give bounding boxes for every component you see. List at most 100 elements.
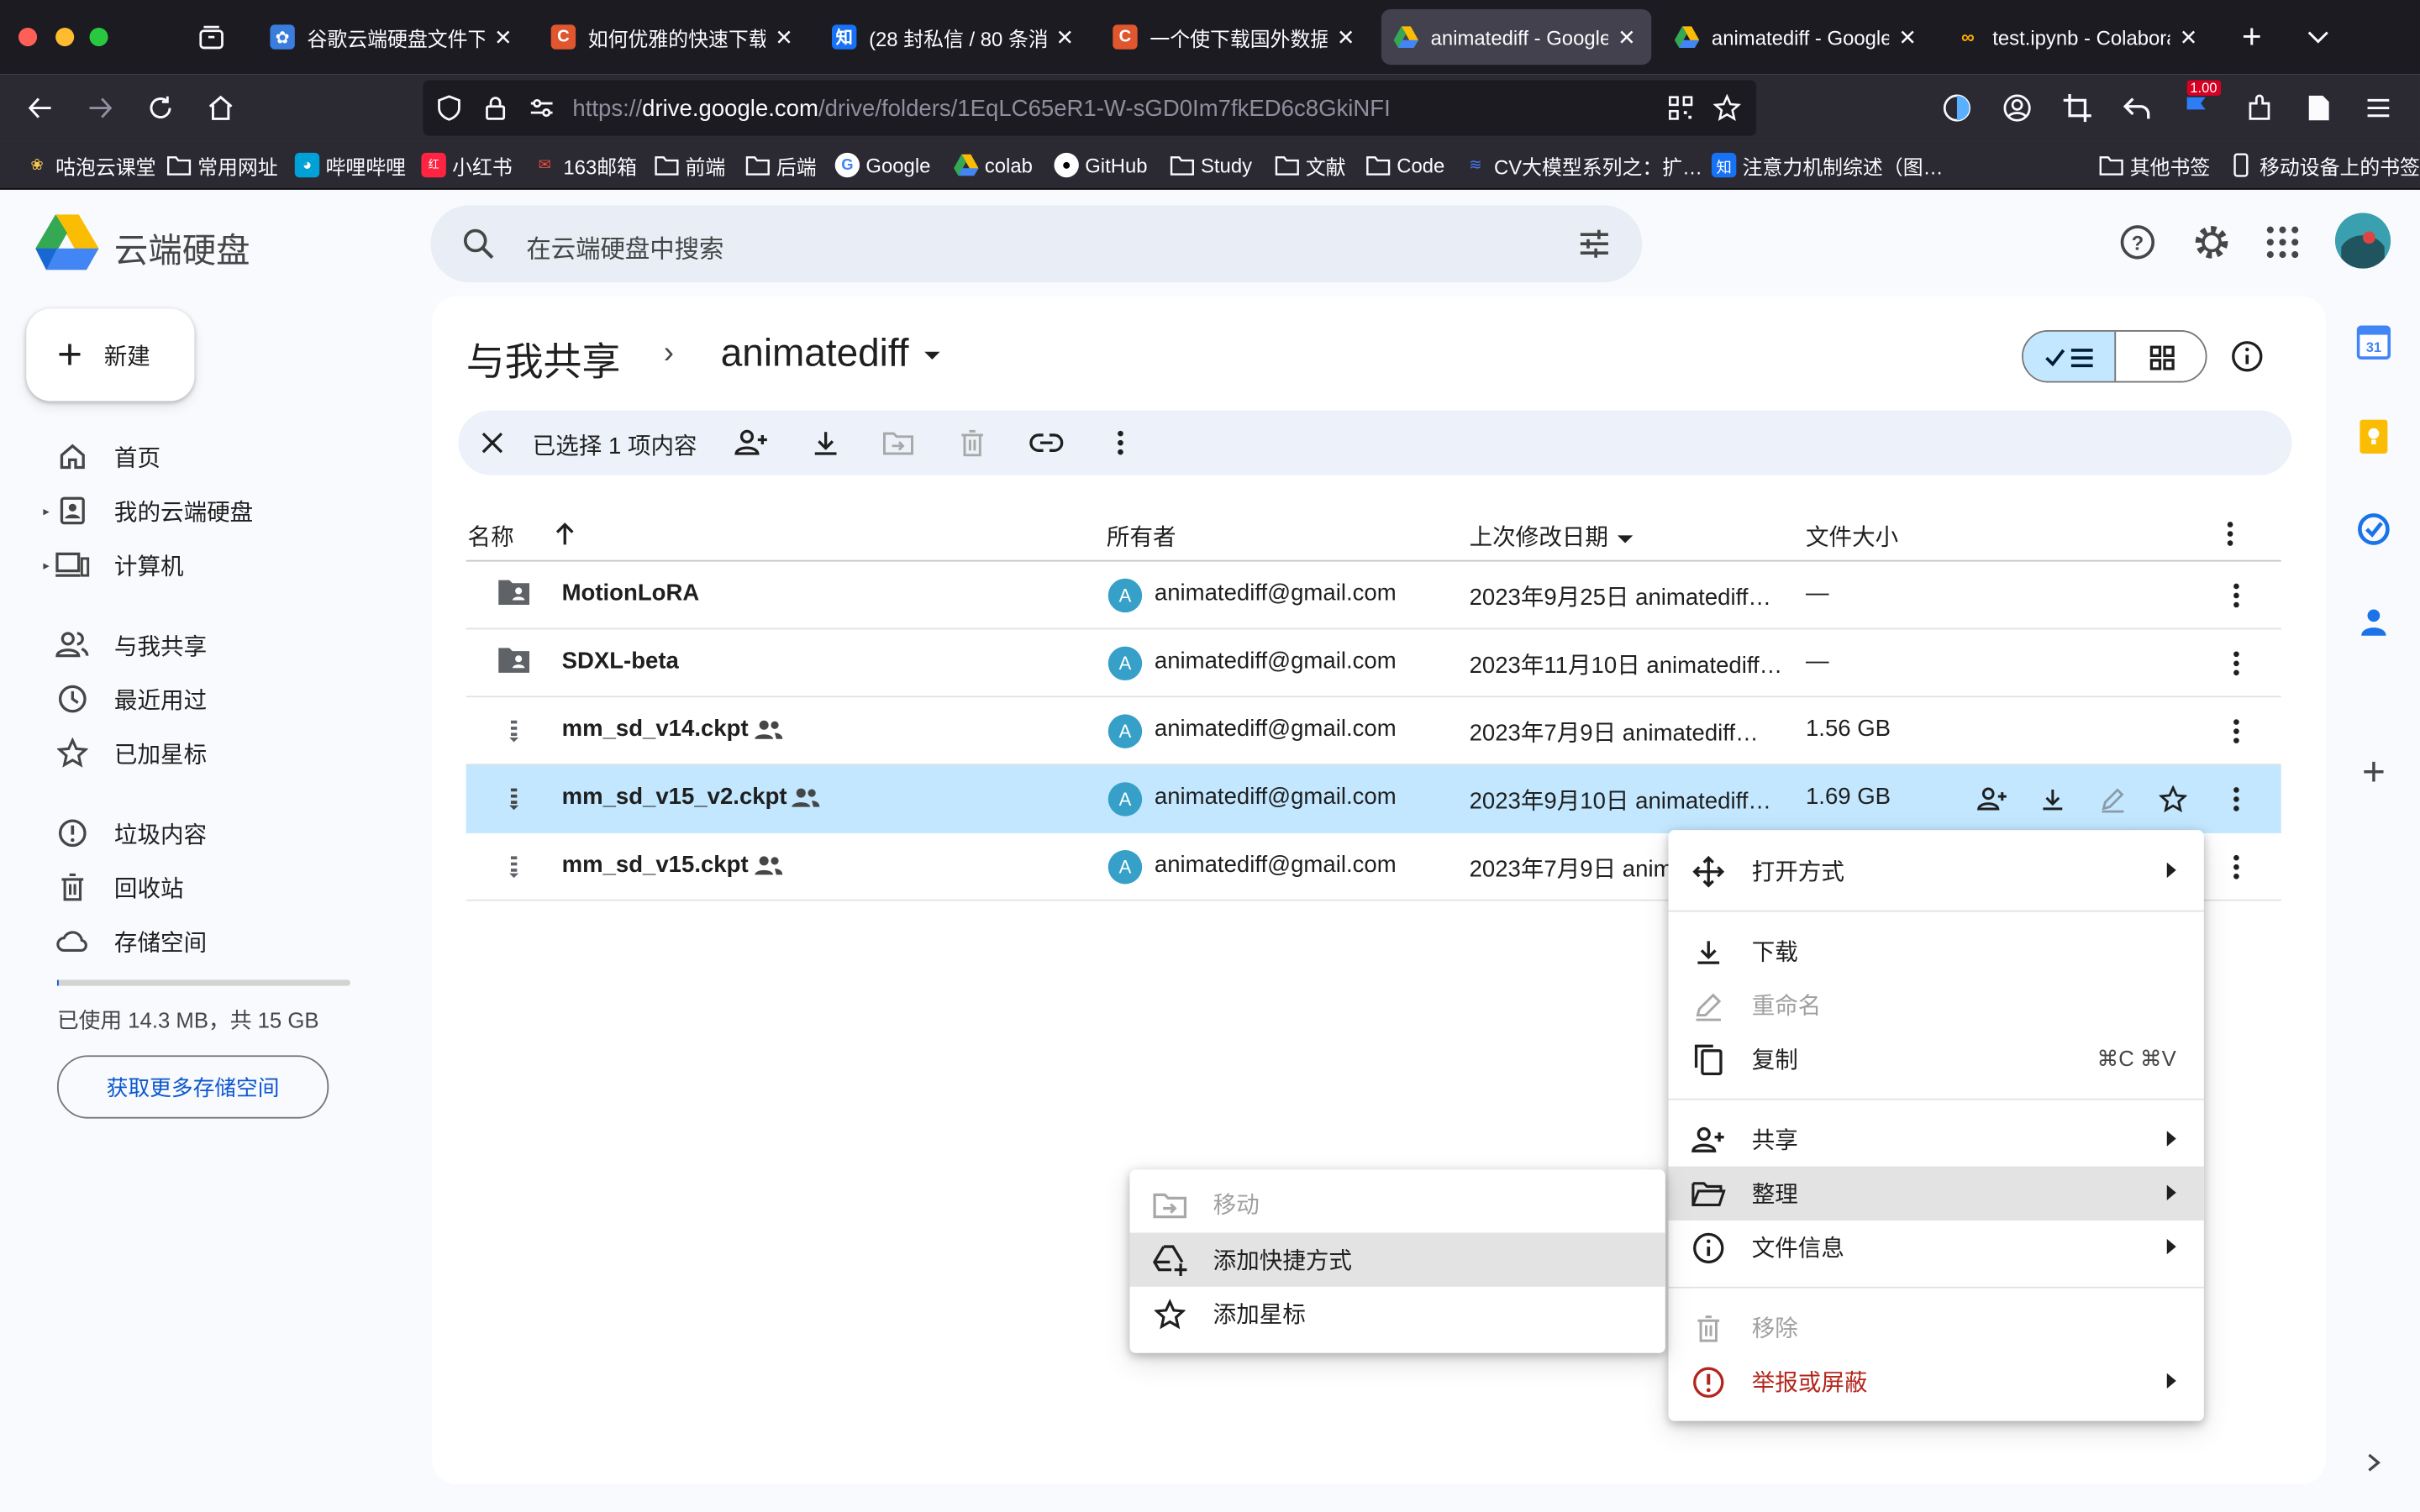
minimize-window-button[interactable] xyxy=(55,28,75,47)
browser-tab[interactable]: C 如何优雅的快速下载谷 ✕ xyxy=(539,9,808,65)
help-icon[interactable]: ? xyxy=(2119,223,2156,260)
nav-trash[interactable]: 回收站 xyxy=(43,863,184,912)
browser-tab[interactable]: C 一个使下载国外数据集 ✕ xyxy=(1101,9,1370,65)
browser-tab[interactable]: 知 (28 封私信 / 80 条消息 ✕ xyxy=(819,9,1089,65)
expand-caret-icon[interactable]: ▸ xyxy=(43,558,49,572)
table-row-selected[interactable]: mm_sd_v15_v2.ckpt A animatediff@gmail.co… xyxy=(466,765,2281,833)
menu-item-download[interactable]: 下载 xyxy=(1669,924,2204,978)
search-icon[interactable] xyxy=(461,227,495,260)
close-tab-icon[interactable]: ✕ xyxy=(1896,24,1920,50)
crop-icon[interactable] xyxy=(2059,90,2096,127)
back-icon[interactable] xyxy=(22,90,59,127)
menu-item-rename-disabled[interactable]: 重命名 xyxy=(1669,978,2204,1032)
browser-tab-active[interactable]: animatediff - Google ✕ xyxy=(1381,9,1652,66)
list-tabs-chevron-icon[interactable] xyxy=(2304,24,2332,51)
row-more-actions-icon[interactable] xyxy=(2219,579,2253,612)
close-tab-icon[interactable]: ✕ xyxy=(1334,24,1358,50)
reader-view-icon[interactable] xyxy=(2300,90,2337,127)
grid-view-button[interactable] xyxy=(2116,332,2206,381)
nav-recent[interactable]: 最近用过 xyxy=(43,675,207,724)
bookmark-star-icon[interactable] xyxy=(1712,94,1741,122)
google-apps-icon[interactable] xyxy=(2264,223,2301,260)
move-folder-icon[interactable] xyxy=(881,426,915,459)
column-options-more-icon[interactable] xyxy=(2226,520,2244,548)
share-add-person-icon[interactable] xyxy=(1975,782,2009,816)
undo-icon[interactable] xyxy=(2119,90,2156,127)
permissions-icon[interactable] xyxy=(528,94,555,122)
details-info-icon[interactable] xyxy=(2230,339,2264,373)
add-addon-plus-icon[interactable]: + xyxy=(2355,748,2392,794)
bookmark-item[interactable]: colab xyxy=(954,151,1033,179)
sort-ascending-arrow-icon[interactable] xyxy=(553,520,577,548)
column-header-owner[interactable]: 所有者 xyxy=(1107,520,1176,553)
column-header-modified[interactable]: 上次修改日期 xyxy=(1470,520,1634,553)
close-tab-icon[interactable]: ✕ xyxy=(2176,24,2201,50)
download-icon[interactable] xyxy=(2036,782,2070,816)
tasks-icon[interactable] xyxy=(2355,511,2392,548)
menu-item-file-info[interactable]: 文件信息 xyxy=(1669,1221,2204,1274)
menu-item-report-or-block[interactable]: 举报或屏蔽 xyxy=(1669,1355,2204,1409)
collapse-panel-chevron-icon[interactable] xyxy=(2355,1444,2392,1481)
bookmark-item[interactable]: G Google xyxy=(834,151,930,179)
browser-tab[interactable]: ∞ test.ipynb - Colabora ✕ xyxy=(1943,9,2212,65)
rename-pencil-icon[interactable] xyxy=(2096,782,2129,816)
menu-item-remove-disabled[interactable]: 移除 xyxy=(1669,1300,2204,1354)
table-row[interactable]: mm_sd_v14.ckpt A animatediff@gmail.com 2… xyxy=(466,697,2281,766)
star-icon[interactable] xyxy=(2156,782,2190,816)
submenu-item-add-star[interactable]: 添加星标 xyxy=(1129,1287,1665,1341)
qr-code-icon[interactable] xyxy=(1667,94,1695,122)
row-more-actions-icon[interactable] xyxy=(2219,714,2253,748)
settings-gear-icon[interactable] xyxy=(2193,223,2230,260)
bookmark-item[interactable]: ● GitHub xyxy=(1054,151,1148,179)
table-row[interactable]: SDXL-beta A animatediff@gmail.com 2023年1… xyxy=(466,629,2281,698)
bookmark-folder[interactable]: 前端 xyxy=(655,151,725,179)
tab-overview-icon[interactable] xyxy=(197,24,225,51)
bookmark-folder[interactable]: 移动设备上的书签 xyxy=(2228,151,2420,179)
nav-storage[interactable]: 存储空间 xyxy=(43,916,207,966)
browser-tab[interactable]: animatediff - Google ✕ xyxy=(1662,9,1932,65)
row-more-actions-icon[interactable] xyxy=(2219,782,2253,816)
menu-item-open-with[interactable]: 打开方式 xyxy=(1669,844,2204,898)
search-bar[interactable]: 在云端硬盘中搜索 xyxy=(430,205,1643,283)
keep-icon[interactable] xyxy=(2355,418,2392,455)
bookmark-folder[interactable]: 其他书签 xyxy=(2099,151,2210,179)
nav-shared-with-me[interactable]: 与我共享 xyxy=(43,620,207,669)
clear-selection-close-icon[interactable] xyxy=(476,426,509,459)
menu-item-copy[interactable]: 复制 ⌘C ⌘V xyxy=(1669,1032,2204,1086)
menu-item-share[interactable]: 共享 xyxy=(1669,1112,2204,1166)
bookmark-folder[interactable]: 常用网址 xyxy=(166,151,278,179)
breadcrumb-root[interactable]: 与我共享 xyxy=(466,332,621,387)
column-header-size[interactable]: 文件大小 xyxy=(1806,520,1898,553)
dark-reader-icon[interactable] xyxy=(1939,90,1975,127)
download-icon[interactable] xyxy=(808,426,842,459)
column-header-name[interactable]: 名称 xyxy=(468,520,514,553)
nav-starred[interactable]: 已加星标 xyxy=(43,728,207,778)
extension-flag-icon[interactable]: 1.00 xyxy=(2179,80,2221,127)
row-more-actions-icon[interactable] xyxy=(2219,647,2253,680)
google-drive-logo-icon[interactable] xyxy=(35,214,99,270)
submenu-item-add-shortcut[interactable]: 添加快捷方式 xyxy=(1129,1232,1665,1287)
tracking-shield-icon[interactable] xyxy=(435,94,463,122)
bookmark-item[interactable]: 红小红书 xyxy=(421,151,513,179)
home-icon[interactable] xyxy=(203,90,239,127)
search-input[interactable]: 在云端硬盘中搜索 xyxy=(526,228,723,265)
nav-home[interactable]: 首页 xyxy=(43,432,160,481)
account-icon[interactable] xyxy=(1999,90,2036,127)
bookmark-item[interactable]: ◕ 哔哩哔哩 xyxy=(294,151,406,179)
browser-tab[interactable]: ✿ 谷歌云端硬盘文件下载 ✕ xyxy=(258,9,528,65)
get-more-storage-button[interactable]: 获取更多存储空间 xyxy=(56,1055,329,1119)
nav-spam[interactable]: 垃圾内容 xyxy=(43,808,207,858)
search-options-icon[interactable] xyxy=(1577,227,1611,260)
new-tab-icon[interactable]: + xyxy=(2236,19,2267,54)
bookmark-folder[interactable]: Code xyxy=(1366,151,1444,179)
zoom-window-button[interactable] xyxy=(89,28,108,47)
copy-link-icon[interactable] xyxy=(1029,426,1064,459)
reload-icon[interactable] xyxy=(142,90,179,127)
contacts-icon[interactable] xyxy=(2355,603,2392,640)
nav-computers[interactable]: ▸ 计算机 xyxy=(43,540,184,590)
lock-icon[interactable] xyxy=(481,94,509,122)
close-tab-icon[interactable]: ✕ xyxy=(1614,24,1639,50)
table-row[interactable]: MotionLoRA A animatediff@gmail.com 2023年… xyxy=(466,562,2281,630)
address-bar[interactable]: https://drive.google.com/drive/folders/1… xyxy=(423,80,1757,136)
new-button[interactable]: + 新建 xyxy=(26,308,195,402)
